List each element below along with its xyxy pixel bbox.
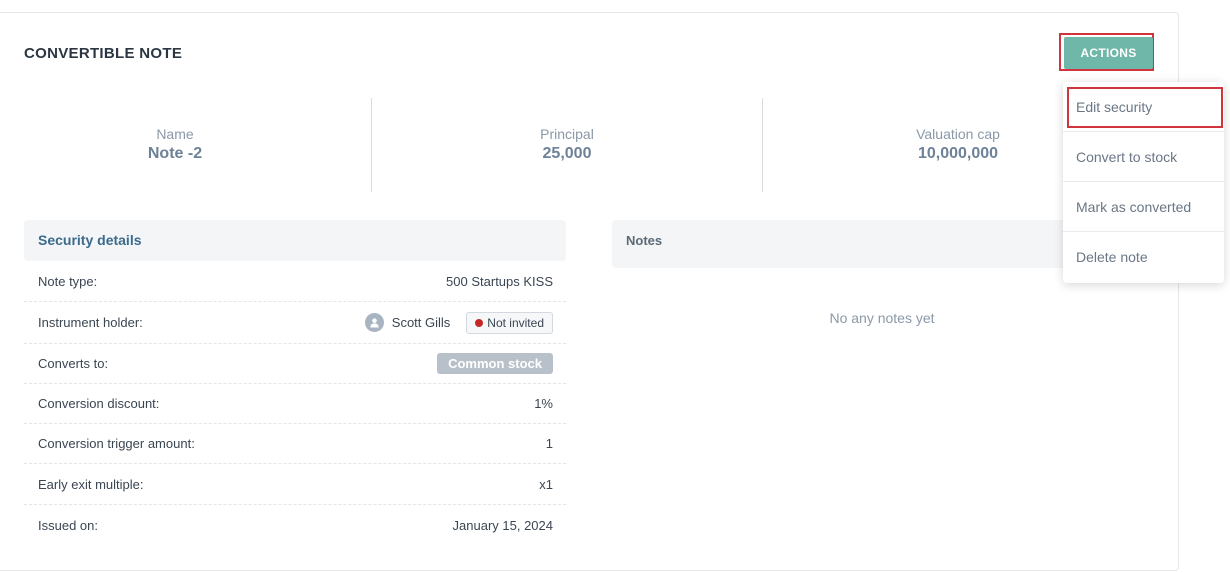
detail-value: January 15, 2024 [452,517,553,533]
invite-status-badge: Not invited [466,311,553,334]
detail-row-conversion-discount: Conversion discount: 1% [24,384,566,424]
detail-value: 500 Startups KISS [446,274,553,289]
detail-label: Note type: [38,274,98,289]
menu-item-edit-security[interactable]: Edit security [1063,82,1224,132]
detail-label: Early exit multiple: [38,477,144,492]
detail-value: 1 [545,436,553,451]
notes-empty-text: No any notes yet [829,310,935,326]
menu-item-mark-as-converted[interactable]: Mark as converted [1063,182,1224,232]
stat-label: Name [156,126,194,142]
stat-principal: Principal 25,000 [372,126,762,163]
detail-row-conversion-trigger-amount: Conversion trigger amount: 1 [24,424,566,464]
holder-name-link[interactable]: Scott Gills [392,315,451,330]
status-dot-icon [475,318,484,327]
stat-value: 25,000 [542,145,592,162]
detail-label: Conversion discount: [38,396,160,411]
card-title: CONVERTIBLE NOTE [24,45,183,62]
detail-row-converts-to: Converts to: Common stock [24,344,566,384]
detail-row-issued-on: Issued on: January 15, 2024 [24,505,566,545]
security-details-header: Security details [24,220,566,261]
actions-dropdown-menu: Edit security Convert to stock Mark as c… [1063,82,1224,283]
avatar-icon [364,313,384,332]
detail-row-early-exit-multiple: Early exit multiple: x1 [24,465,566,505]
stat-value: Note -2 [147,145,203,162]
stock-class-tag: Common stock [437,353,553,374]
invite-status-text: Not invited [487,315,544,330]
detail-row-note-type: Note type: 500 Startups KISS [24,262,566,302]
detail-label: Issued on: [38,517,98,533]
detail-value: 1% [534,396,553,411]
holder-info: Scott Gills Not invited [364,311,553,334]
detail-label: Instrument holder: [38,315,143,330]
actions-button[interactable]: ACTIONS [1064,37,1153,69]
stat-label: Principal [540,126,594,142]
detail-row-instrument-holder: Instrument holder: Scott Gills Not invit… [24,302,566,344]
stat-name: Name Note -2 [24,126,326,163]
menu-item-delete-note[interactable]: Delete note [1063,232,1224,282]
detail-label: Converts to: [38,356,109,371]
detail-value: x1 [539,477,553,492]
detail-label: Conversion trigger amount: [38,436,195,451]
menu-item-convert-to-stock[interactable]: Convert to stock [1063,132,1224,182]
